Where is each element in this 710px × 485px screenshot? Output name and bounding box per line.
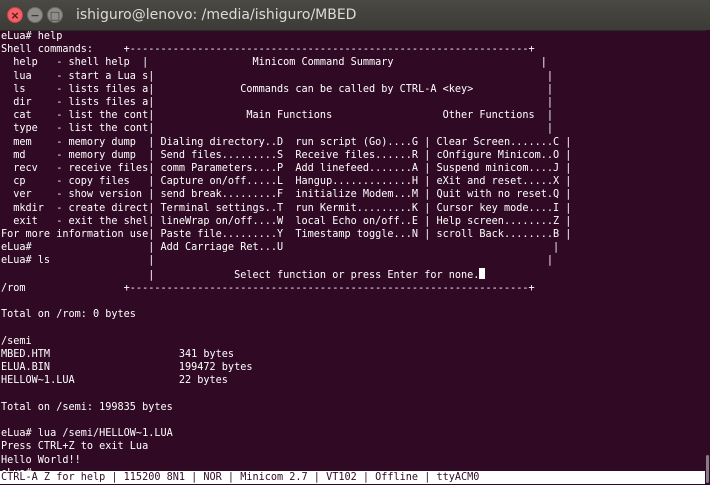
terminal-line: ls - lists files a| Commands can be call… — [1, 83, 554, 95]
scrollbar-track[interactable] — [706, 30, 710, 485]
terminal-line: lua - start a Lua s| | — [1, 70, 554, 82]
text-cursor — [479, 267, 486, 279]
terminal-line: exit - exit the shel| lineWrap on/off...… — [1, 215, 572, 227]
terminal-line: ver - show version | send break.........… — [1, 189, 572, 201]
terminal-output[interactable]: eLua# help Shell commands: +------------… — [1, 30, 709, 474]
window-title: ishiguro@lenovo: /media/ishiguro/MBED — [76, 7, 357, 23]
minimize-icon: − — [30, 9, 40, 22]
terminal-line: Shell commands: +-----------------------… — [1, 44, 535, 56]
terminal-line: Press CTRL+Z to exit Lua — [1, 441, 149, 453]
terminal-line: cp - copy files | Capture on/off.....L H… — [1, 176, 572, 188]
terminal-line: type - list the cont| | — [1, 123, 554, 135]
close-window-button[interactable]: × — [7, 7, 23, 23]
terminal-line: eLua# lua /semi/HELLOW~1.LUA — [1, 428, 173, 440]
terminal-line: eLua# ls | | — [1, 255, 554, 267]
terminal-line: | Select function or press Enter for non… — [1, 269, 480, 281]
scrollbar-thumb[interactable] — [706, 455, 709, 483]
terminal-line: /semi — [1, 335, 32, 347]
terminal-line: recv - receive files| comm Parameters...… — [1, 163, 572, 175]
terminal-line: ELUA.BIN 199472 bytes — [1, 362, 253, 374]
terminal-line: dir - lists files a| | — [1, 97, 554, 109]
terminal-line: Hello World!! — [1, 454, 81, 466]
terminal-line: HELLOW~1.LUA 22 bytes — [1, 375, 228, 387]
terminal-line: For more information use| Paste file....… — [1, 229, 572, 241]
minimize-window-button[interactable]: − — [27, 7, 43, 23]
minicom-status-bar: CTRL-A Z for help | 115200 8N1 | NOR | M… — [0, 471, 705, 484]
terminal-line: eLua# | Add Carriage Ret...U | — [1, 242, 560, 254]
terminal-line: Total on /semi: 199835 bytes — [1, 401, 173, 413]
maximize-window-button[interactable]: □ — [47, 7, 63, 23]
terminal-line: Total on /rom: 0 bytes — [1, 309, 136, 321]
terminal-line: mem - memory dump | Dialing directory..D… — [1, 136, 572, 148]
terminal-line: md - memory dump | Send files.........S … — [1, 149, 572, 161]
terminal-line: MBED.HTM 341 bytes — [1, 348, 235, 360]
terminal-window: × − □ ishiguro@lenovo: /media/ishiguro/M… — [0, 0, 710, 485]
terminal-line: cat - list the cont| Main Functions Othe… — [1, 110, 554, 122]
maximize-icon: □ — [49, 9, 61, 22]
terminal-line: help - shell help | Minicom Command Summ… — [1, 57, 547, 69]
title-bar[interactable]: × − □ ishiguro@lenovo: /media/ishiguro/M… — [0, 0, 710, 31]
terminal-line: /rom +----------------------------------… — [1, 282, 535, 294]
close-icon: × — [10, 9, 20, 22]
terminal-line: eLua# help — [1, 31, 63, 42]
terminal-line: mkdir - create direct| Terminal settings… — [1, 202, 572, 214]
